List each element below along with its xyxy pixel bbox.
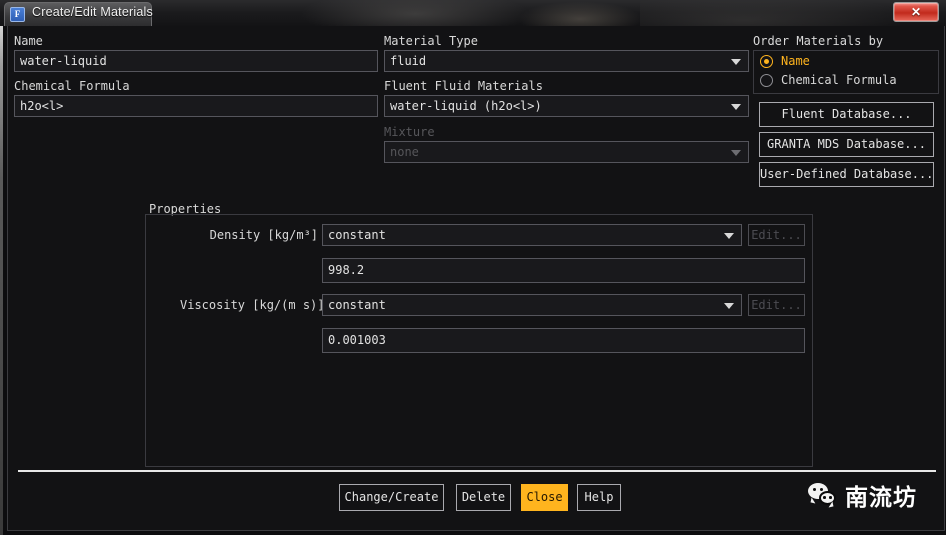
titlebar-backdrop-blur-center [520, 2, 640, 28]
radio-on-icon [760, 54, 773, 68]
chevron-down-icon [731, 59, 741, 65]
fluent-f-icon: F [10, 7, 25, 22]
density-method-dropdown[interactable]: constant [322, 224, 742, 246]
viscosity-edit-button: Edit... [748, 294, 805, 316]
density-edit-button: Edit... [748, 224, 805, 246]
watermark-text: 南流坊 [845, 485, 917, 511]
chevron-down-icon [724, 303, 734, 309]
density-value-input[interactable]: 998.2 [322, 258, 805, 283]
window-frame: Name water-liquid Chemical Formula h2o<l… [0, 26, 946, 535]
titlebar-backdrop-blur-right [640, 0, 900, 28]
viscosity-method-dropdown[interactable]: constant [322, 294, 742, 316]
title-bar: F Create/Edit Materials ✕ [0, 0, 946, 28]
material-type-value: fluid [390, 54, 427, 68]
name-label: Name [14, 34, 43, 48]
chevron-down-icon [724, 233, 734, 239]
wechat-eye-1 [813, 488, 816, 491]
radio-order-by-name[interactable]: Name [760, 54, 810, 68]
dialog-content: Name water-liquid Chemical Formula h2o<l… [8, 26, 944, 530]
order-materials-by-label: Order Materials by [753, 34, 884, 48]
wechat-bubble-small [819, 491, 836, 505]
close-button[interactable]: Close [521, 484, 568, 511]
viscosity-method-value: constant [328, 298, 386, 312]
wechat-eye-3 [823, 496, 826, 499]
window-frame-inner: Name water-liquid Chemical Formula h2o<l… [7, 26, 945, 531]
name-input[interactable]: water-liquid [14, 50, 378, 72]
viscosity-value-input[interactable]: 0.001003 [322, 328, 805, 353]
wechat-icon [808, 483, 838, 507]
fluent-fluid-materials-value: water-liquid (h2o<l>) [390, 99, 542, 113]
radio-order-by-name-label: Name [781, 54, 810, 68]
help-button[interactable]: Help [577, 484, 621, 511]
change-create-button[interactable]: Change/Create [339, 484, 444, 511]
density-label: Density [kg/m³] [209, 228, 318, 242]
wechat-eye-4 [829, 496, 832, 499]
radio-order-by-chemical-formula[interactable]: Chemical Formula [760, 73, 897, 87]
mixture-dropdown: none [384, 141, 749, 163]
window-title: Create/Edit Materials [32, 5, 153, 19]
granta-mds-database-button[interactable]: GRANTA MDS Database... [759, 132, 934, 157]
titlebar-backdrop-blur-left [300, 0, 530, 28]
material-type-dropdown[interactable]: fluid [384, 50, 749, 72]
close-icon[interactable]: ✕ [893, 2, 939, 22]
radio-off-icon [760, 73, 773, 87]
mixture-label: Mixture [384, 125, 435, 139]
chevron-down-icon [731, 104, 741, 110]
mixture-value: none [390, 145, 419, 159]
viscosity-label: Viscosity [kg/(m s)] [180, 298, 325, 312]
create-edit-materials-window: F Create/Edit Materials ✕ Name water-liq… [0, 0, 946, 535]
delete-button[interactable]: Delete [456, 484, 511, 511]
chevron-down-icon [731, 150, 741, 156]
material-type-label: Material Type [384, 34, 478, 48]
chemical-formula-label: Chemical Formula [14, 79, 130, 93]
fluent-fluid-materials-label: Fluent Fluid Materials [384, 79, 543, 93]
watermark: 南流坊 [808, 478, 917, 512]
user-defined-database-button[interactable]: User-Defined Database... [759, 162, 934, 187]
fluent-fluid-materials-dropdown[interactable]: water-liquid (h2o<l>) [384, 95, 749, 117]
radio-order-by-chemical-formula-label: Chemical Formula [781, 73, 897, 87]
fluent-database-button[interactable]: Fluent Database... [759, 102, 934, 127]
footer-separator [18, 470, 936, 472]
chemical-formula-input[interactable]: h2o<l> [14, 95, 378, 117]
wechat-eye-2 [820, 488, 823, 491]
density-method-value: constant [328, 228, 386, 242]
